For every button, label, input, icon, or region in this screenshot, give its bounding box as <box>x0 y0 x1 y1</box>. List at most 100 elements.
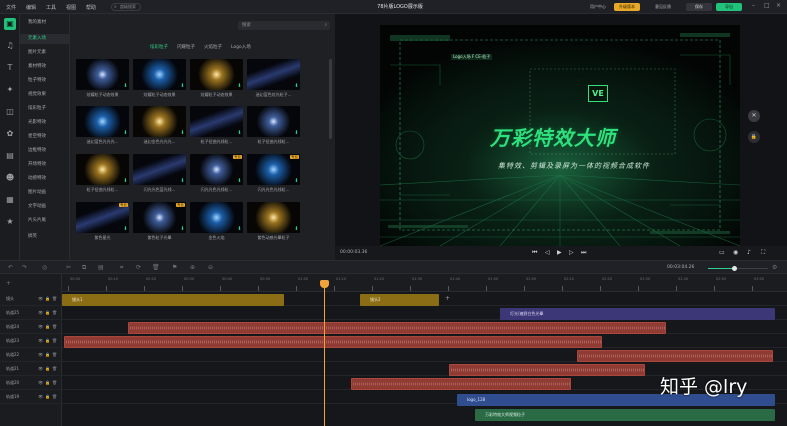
category-item[interactable]: 动感特效 <box>20 174 70 184</box>
step-forward-icon[interactable]: ▷ <box>569 249 574 256</box>
category-item[interactable]: 光影特效 <box>20 118 70 128</box>
menu-help[interactable]: 帮助 <box>86 4 96 11</box>
upgrade-button[interactable]: 升级版本 <box>614 3 640 11</box>
star-icon[interactable]: ★ <box>4 216 16 228</box>
asset-thumbnail[interactable]: ⬇ <box>190 106 243 137</box>
zoom-in-icon[interactable]: ⊕ <box>190 264 195 271</box>
save-button[interactable]: 保存 <box>686 3 712 11</box>
asset-thumbnail[interactable]: ⬇ <box>76 59 129 90</box>
download-icon[interactable]: ⬇ <box>294 131 299 136</box>
track-controls-icon[interactable]: 👁🔒🗑 <box>38 338 59 343</box>
asset-search-input[interactable]: 搜索 ⌕ <box>238 21 330 30</box>
template-icon[interactable]: ▦ <box>4 194 16 206</box>
crop-icon[interactable]: ⌗ <box>120 264 123 272</box>
asset-thumbnail[interactable]: ⬇ <box>133 106 186 137</box>
download-icon[interactable]: ⬇ <box>237 84 242 89</box>
download-icon[interactable]: ⬇ <box>123 179 128 184</box>
menu-tools[interactable]: 工具 <box>46 4 56 11</box>
category-item[interactable]: 开场特效 <box>20 160 70 170</box>
aspect-icon[interactable]: ▭ <box>719 249 725 256</box>
ve-logo[interactable]: VE <box>588 85 608 102</box>
play-icon[interactable]: ▶ <box>557 249 562 256</box>
preview-subtitle[interactable]: 集特效、剪辑及录屏为一体的视频合成软件 <box>498 161 650 171</box>
copy-icon[interactable]: ⧉ <box>82 264 86 272</box>
filter-tab[interactable]: Logo入场 <box>231 44 251 50</box>
split-icon[interactable]: ✂ <box>66 264 71 271</box>
asset-thumbnail[interactable]: ⬇ 专业 <box>247 154 300 185</box>
lock-icon[interactable]: 🔒 <box>748 131 760 143</box>
preview-canvas[interactable]: Logo入场 F CE-粒子 VE 万彩特效大师 集特效、剪辑及录屏为一体的视频… <box>380 25 740 246</box>
shot-clip[interactable]: 镜头2 <box>360 294 439 306</box>
download-icon[interactable]: ⬇ <box>180 84 185 89</box>
folder-icon[interactable]: ▤ <box>4 150 16 162</box>
text-icon[interactable]: T <box>4 62 16 74</box>
close-icon[interactable]: × <box>776 2 781 9</box>
download-icon[interactable]: ⬇ <box>294 227 299 232</box>
audio-clip[interactable] <box>128 322 666 334</box>
category-item[interactable]: 搞笑 <box>20 232 70 242</box>
category-item[interactable]: 文字动画 <box>20 202 70 212</box>
text-clip[interactable]: 灯光/遍野白色光晕 <box>500 308 775 320</box>
download-icon[interactable]: ⬇ <box>237 179 242 184</box>
download-icon[interactable]: ⬇ <box>294 179 299 184</box>
record-icon[interactable]: ◎ <box>42 264 47 271</box>
user-icon[interactable]: ☻ <box>4 172 16 184</box>
settings-icon[interactable]: ⚙ <box>772 264 777 271</box>
maximize-icon[interactable]: □ <box>764 2 770 9</box>
volume-icon[interactable]: ♪ <box>747 249 751 256</box>
skip-end-icon[interactable]: ⏭ <box>581 249 586 257</box>
music-icon[interactable]: ♫ <box>4 40 16 52</box>
media-icon[interactable]: ▣ <box>4 18 16 30</box>
download-icon[interactable]: ⬇ <box>237 227 242 232</box>
audio-clip[interactable] <box>351 378 571 390</box>
track-controls-icon[interactable]: 👁🔒🗑 <box>38 380 59 385</box>
download-icon[interactable]: ⬇ <box>123 131 128 136</box>
track-controls-icon[interactable]: 👁🔒🗑 <box>38 394 59 399</box>
preview-title[interactable]: 万彩特效大师 <box>490 122 616 151</box>
category-item[interactable]: 我的素材 <box>20 18 70 28</box>
delete-icon[interactable]: 🗑 <box>152 264 160 271</box>
download-icon[interactable]: ⬇ <box>294 84 299 89</box>
asset-thumbnail[interactable]: ⬇ <box>133 59 186 90</box>
category-item[interactable]: 视觉效果 <box>20 90 70 100</box>
track-controls-icon[interactable]: 👁🔒🗑 <box>38 324 59 329</box>
category-item-active[interactable]: 元素入场 <box>20 34 70 44</box>
step-back-icon[interactable]: ◁ <box>545 249 550 256</box>
category-item[interactable]: 图片动画 <box>20 188 70 198</box>
asset-thumbnail[interactable]: ⬇ 专业 <box>190 154 243 185</box>
audio-clip[interactable] <box>577 350 773 362</box>
marker-icon[interactable]: ⚑ <box>172 264 177 271</box>
effect-icon[interactable]: ✦ <box>4 84 16 96</box>
download-icon[interactable]: ⬇ <box>180 179 185 184</box>
export-button[interactable]: 导出 <box>716 3 742 11</box>
element-icon[interactable]: ✿ <box>4 128 16 140</box>
playhead-handle[interactable] <box>320 280 329 288</box>
category-item[interactable]: 粒子特效 <box>20 76 70 86</box>
paste-icon[interactable]: ▤ <box>98 264 104 271</box>
category-item[interactable]: 片头片尾 <box>20 216 70 226</box>
asset-thumbnail[interactable]: ⬇ <box>133 154 186 185</box>
asset-thumbnail[interactable]: ⬇ <box>247 106 300 137</box>
snapshot-icon[interactable]: ◉ <box>733 249 738 256</box>
audio-clip[interactable] <box>64 336 602 348</box>
menu-edit[interactable]: 编辑 <box>26 4 36 11</box>
filter-icon[interactable]: ◫ <box>4 106 16 118</box>
download-icon[interactable]: ⬇ <box>180 227 185 232</box>
download-icon[interactable]: ⬇ <box>180 131 185 136</box>
super-search[interactable]: ⌕ 超级搜索 <box>111 3 141 11</box>
asset-thumbnail[interactable]: ⬇ <box>247 202 300 233</box>
add-track-icon[interactable]: + <box>6 280 11 287</box>
filter-tab[interactable]: 炫彩粒子 <box>150 44 168 50</box>
zoom-out-icon[interactable]: ⊖ <box>208 264 213 271</box>
asset-thumbnail[interactable]: ⬇ <box>76 106 129 137</box>
audio-clip[interactable] <box>449 364 645 376</box>
asset-thumbnail[interactable]: ⬇ <box>190 59 243 90</box>
asset-scrollbar[interactable] <box>329 59 332 139</box>
asset-thumbnail[interactable]: ⬇ <box>190 202 243 233</box>
asset-thumbnail[interactable]: ⬇ <box>247 59 300 90</box>
asset-thumbnail[interactable]: ⬇ 专业 <box>133 202 186 233</box>
text-clip[interactable]: 万彩特效大师视频粒子 <box>475 409 775 421</box>
asset-thumbnail[interactable]: ⬇ 专业 <box>76 202 129 233</box>
download-icon[interactable]: ⬇ <box>123 84 128 89</box>
track-controls-icon[interactable]: 👁🔒🗑 <box>38 310 59 315</box>
